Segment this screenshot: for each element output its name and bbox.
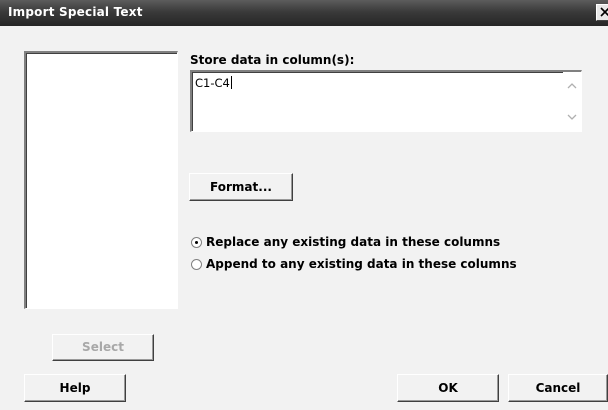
scroll-up-arrow-icon[interactable] (565, 79, 579, 93)
store-columns-value: C1-C4 (195, 76, 230, 90)
store-columns-scrollbar[interactable] (563, 72, 581, 131)
text-caret (230, 76, 232, 89)
select-button[interactable]: Select (52, 334, 154, 361)
close-icon (600, 7, 608, 17)
title-bar: Import Special Text (0, 0, 608, 26)
variable-list[interactable] (24, 51, 178, 309)
import-special-text-dialog: Import Special Text Store data in column… (0, 0, 608, 410)
append-radio[interactable] (191, 259, 202, 270)
store-columns-input[interactable]: C1-C4 (190, 70, 582, 132)
store-columns-label: Store data in column(s): (190, 53, 355, 67)
help-button[interactable]: Help (24, 374, 126, 402)
replace-option-label: Replace any existing data in these colum… (206, 235, 501, 249)
cancel-button[interactable]: Cancel (508, 374, 608, 402)
close-button[interactable] (596, 4, 608, 21)
replace-radio[interactable] (191, 237, 202, 248)
scroll-down-arrow-icon[interactable] (565, 110, 579, 124)
ok-button[interactable]: OK (397, 374, 499, 402)
dialog-title: Import Special Text (8, 5, 143, 19)
append-option-label: Append to any existing data in these col… (206, 257, 517, 271)
format-button[interactable]: Format... (189, 173, 293, 201)
